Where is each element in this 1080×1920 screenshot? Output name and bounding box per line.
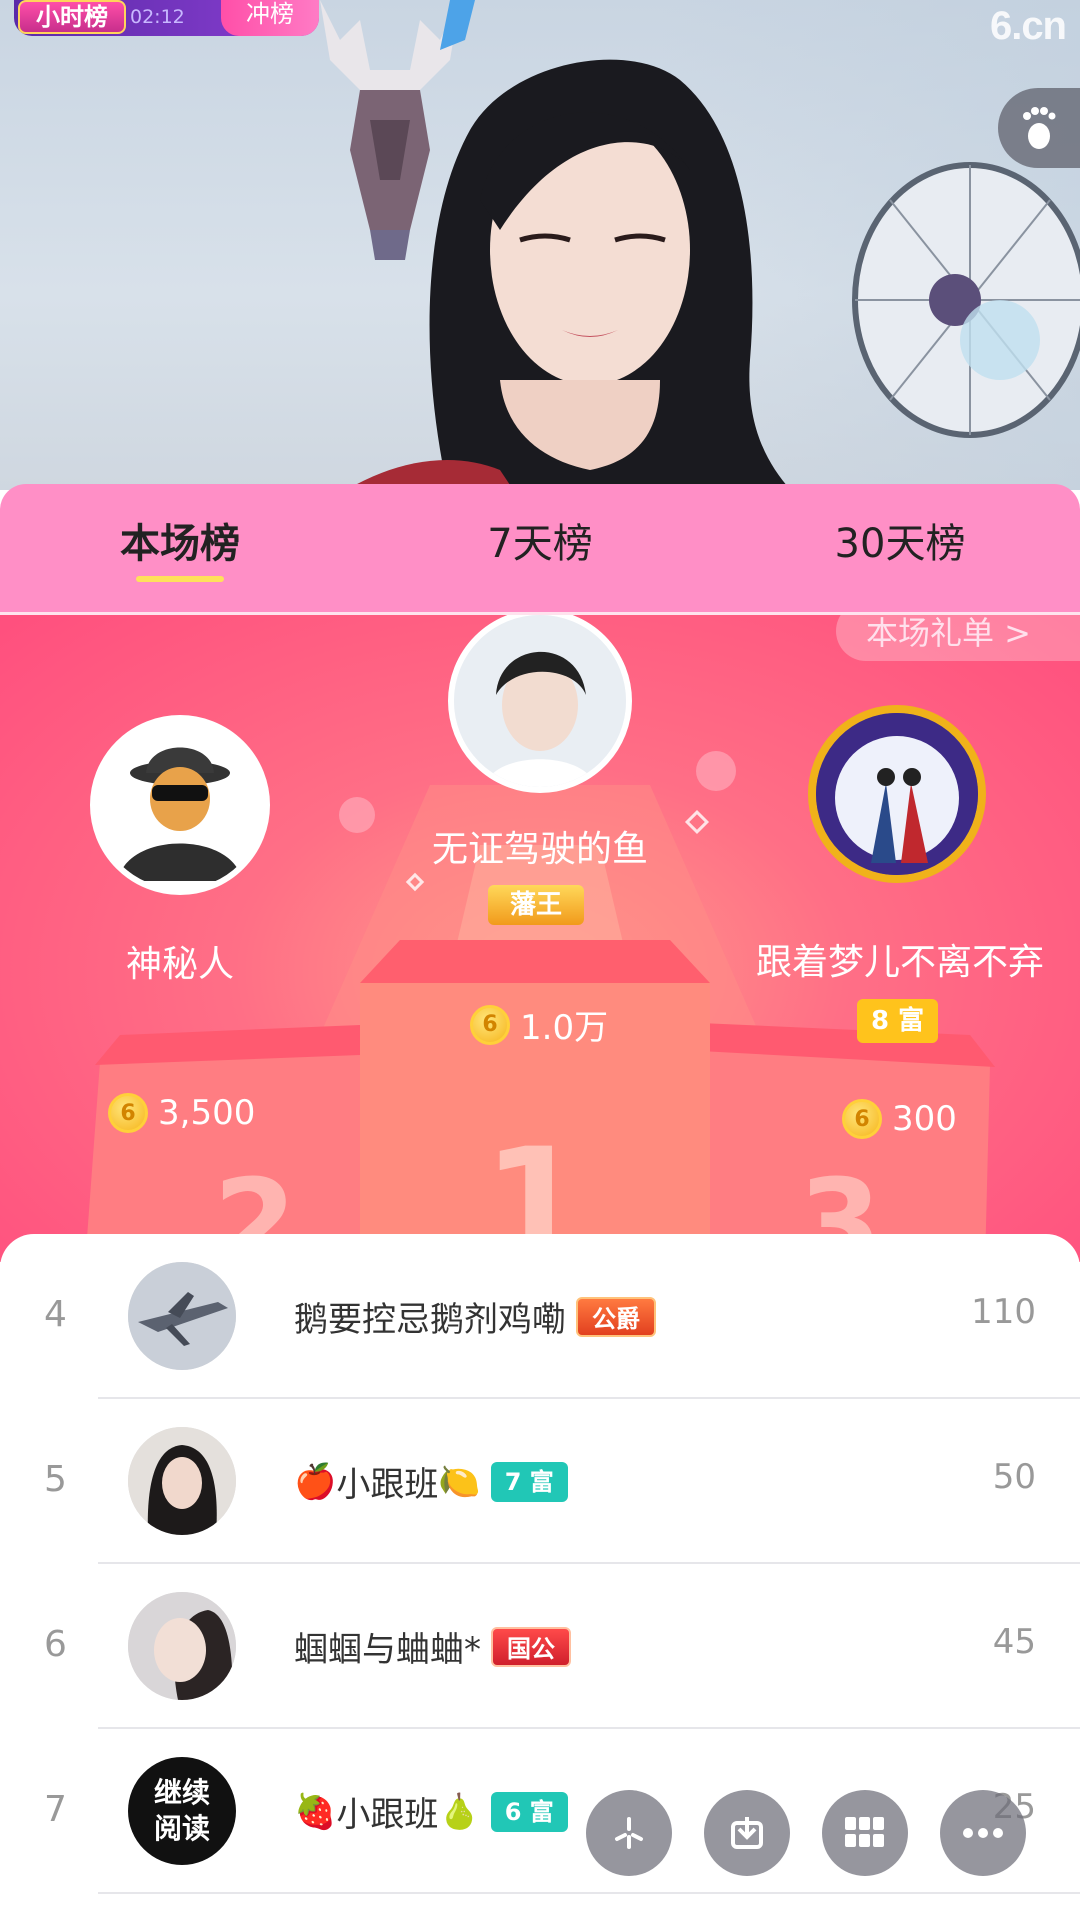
user-photo	[128, 1427, 236, 1535]
active-tab-indicator	[136, 576, 224, 582]
contribution-score: 110	[971, 1292, 1036, 1332]
tab-this-show[interactable]: 本场榜	[0, 484, 360, 612]
list-item[interactable]: 4 鹅要控忌鹅剂鸡嘞 公爵 110	[0, 1234, 1080, 1399]
user-name: 小跟班	[336, 1465, 439, 1505]
wealth-level-badge: 6 富	[490, 1791, 568, 1832]
rank-number: 5	[44, 1459, 67, 1500]
more-icon	[963, 1828, 1003, 1838]
second-place-avatar[interactable]	[90, 715, 270, 895]
name-suffix-emoji: 🍋	[438, 1461, 481, 1502]
user-avatar[interactable]	[128, 1262, 236, 1370]
first-place-coins: 6 1.0万	[470, 1000, 608, 1049]
rush-rank-button[interactable]: 冲榜	[221, 0, 319, 36]
live-video[interactable]: 小时榜 02:12 冲榜 6.cn	[0, 0, 1080, 490]
row-divider	[98, 1892, 1080, 1894]
coin-value: 3,500	[158, 1093, 256, 1133]
user-name: 蝈蝈与蛐蛐*	[294, 1630, 481, 1670]
user-name: 小跟班	[336, 1795, 439, 1835]
first-place-name: 无证驾驶的鱼	[431, 829, 648, 870]
download-button[interactable]	[704, 1790, 790, 1876]
rank-number: 4	[44, 1294, 67, 1335]
list-item[interactable]: 6 蝈蝈与蛐蛐* 国公 45	[0, 1564, 1080, 1729]
third-place-wealth-badge: 8 富	[857, 999, 939, 1043]
gift-list-link[interactable]: 本场礼单 >	[836, 615, 1080, 661]
user-name-line: 鹅要控忌鹅剂鸡嘞 公爵	[294, 1292, 656, 1341]
wealth-level-badge: 7 富	[490, 1461, 568, 1502]
first-place-avatar[interactable]	[448, 615, 632, 793]
user-avatar[interactable]	[128, 1592, 236, 1700]
grid-icon	[845, 1817, 884, 1847]
name-prefix-emoji: 🍓	[294, 1791, 337, 1832]
hour-rank-countdown: 02:12	[130, 6, 185, 28]
sparkle-icon	[615, 1817, 643, 1849]
coin-icon: 6	[470, 1004, 510, 1045]
user-name: 鹅要控忌鹅剂鸡嘞	[294, 1300, 566, 1340]
user-name-line: 🍎 小跟班 🍋 7 富	[294, 1457, 568, 1506]
site-logo: 6.cn	[989, 4, 1067, 48]
streamer-portrait	[346, 59, 791, 490]
grid-menu-button[interactable]	[822, 1790, 908, 1876]
tab-label: 30天榜	[834, 521, 966, 567]
ranking-panel: 本场榜 7天榜 30天榜 1 2 3 本场礼单 > 无证驾驶的鱼 藩王 6 1.…	[0, 484, 1080, 1920]
footprint-icon	[1023, 107, 1056, 149]
third-place-avatar[interactable]	[808, 705, 986, 883]
podium-stage: 1 2 3 本场礼单 > 无证驾驶的鱼 藩王 6 1.0万 神秘人 6 3,50…	[0, 612, 1080, 1262]
tab-30-days[interactable]: 30天榜	[720, 484, 1080, 612]
list-item[interactable]: 7 继续 阅读 🍓 小跟班 🍐 6 富 25	[0, 1729, 1080, 1894]
coin-icon: 6	[108, 1093, 148, 1133]
footprint-button[interactable]	[998, 88, 1080, 168]
tab-label: 本场榜	[120, 521, 240, 567]
coin-value: 1.0万	[520, 1008, 609, 1048]
contribution-score: 50	[992, 1457, 1036, 1497]
name-suffix-emoji: 🍐	[438, 1791, 481, 1832]
second-place-coins: 6 3,500	[108, 1093, 255, 1133]
user-photo	[816, 713, 978, 875]
continue-reading-label: 继续 阅读	[153, 1776, 210, 1845]
download-icon	[731, 1817, 763, 1849]
coin-icon: 6	[842, 1099, 882, 1139]
rank-number: 6	[44, 1624, 67, 1665]
ranking-tabs: 本场榜 7天榜 30天榜	[0, 484, 1080, 612]
first-place-noble-badge: 藩王	[488, 885, 585, 925]
fighter-jet-photo	[128, 1262, 236, 1370]
user-name-line: 🍓 小跟班 🍐 6 富	[294, 1787, 568, 1836]
noble-badge: 公爵	[576, 1296, 656, 1337]
user-photo	[128, 1592, 236, 1700]
name-prefix-emoji: 🍎	[294, 1461, 337, 1502]
second-place-name: 神秘人	[125, 944, 234, 985]
continue-reading-button[interactable]: 继续 阅读	[128, 1757, 236, 1865]
user-avatar[interactable]	[128, 1427, 236, 1535]
more-button[interactable]	[940, 1790, 1026, 1876]
ranking-list[interactable]: 4 鹅要控忌鹅剂鸡嘞 公爵 110 5 🍎 小跟班 🍋 7 富 50 6 蝈蝈与…	[0, 1234, 1080, 1920]
contribution-score: 45	[992, 1622, 1036, 1662]
third-place-coins: 6 300	[842, 1099, 957, 1139]
coin-value: 300	[892, 1099, 957, 1139]
mystery-person-icon	[96, 721, 264, 889]
tab-7-days[interactable]: 7天榜	[360, 484, 720, 612]
user-photo	[454, 615, 626, 787]
noble-badge: 国公	[491, 1626, 571, 1667]
third-place-name: 跟着梦儿不离不弃	[755, 942, 1044, 983]
hour-rank-label: 小时榜	[18, 0, 126, 34]
list-item[interactable]: 5 🍎 小跟班 🍋 7 富 50	[0, 1399, 1080, 1564]
hour-rank-badge[interactable]: 小时榜 02:12 冲榜	[14, 0, 319, 36]
tab-label: 7天榜	[487, 521, 593, 567]
sparkle-button[interactable]	[586, 1790, 672, 1876]
rank-number: 7	[44, 1789, 67, 1830]
user-name-line: 蝈蝈与蛐蛐* 国公	[294, 1622, 571, 1671]
